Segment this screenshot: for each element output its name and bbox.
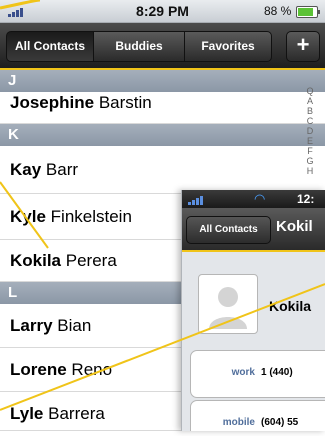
contact-name: Kokila [269, 298, 312, 314]
status-bar: 8:29 PM 88 % [0, 0, 325, 23]
detail-status-bar: ◠ 12: [182, 190, 325, 208]
contact-avatar[interactable] [198, 274, 258, 334]
contact-last-name: Finkelstein [50, 207, 132, 226]
tab-buddies[interactable]: Buddies [93, 31, 185, 62]
contact-first-name: Kay [10, 160, 42, 179]
contact-last-name: Bian [57, 316, 92, 335]
index-letter[interactable]: F [302, 146, 318, 156]
contact-last-name: Reno [71, 360, 113, 379]
index-letter[interactable]: H [302, 166, 318, 176]
index-letter[interactable]: E [302, 136, 318, 146]
battery-percentage: 88 % [264, 4, 292, 18]
contact-last-name: Perera [65, 251, 117, 270]
back-button[interactable]: All Contacts [186, 216, 271, 244]
contact-row[interactable]: Josephine Barstin [0, 86, 325, 124]
contact-row[interactable]: Kay Barr [0, 146, 325, 194]
index-letter[interactable]: B [302, 106, 318, 116]
contact-first-name: Lyle [10, 404, 44, 423]
field-value: (604) 55 [261, 417, 299, 428]
contact-first-name: Lorene [10, 360, 67, 379]
field-label: mobile [222, 417, 255, 428]
signal-strength-icon [188, 194, 206, 205]
index-letter[interactable]: C [302, 116, 318, 126]
phone-field-work[interactable]: work 1 (440) [190, 350, 325, 398]
contact-detail-screen: ◠ 12: All Contacts Kokil Kokila work 1 (… [181, 190, 325, 431]
navigation-bar: All Contacts Buddies Favorites + [0, 23, 325, 70]
contact-first-name: Kyle [10, 207, 46, 226]
index-letter[interactable]: G [302, 156, 318, 166]
contact-last-name: Barstin [98, 93, 152, 112]
contact-first-name: Larry [10, 316, 53, 335]
phone-field-mobile[interactable]: mobile (604) 55 [190, 400, 325, 431]
detail-status-time: 12: [297, 192, 315, 206]
battery-icon [296, 6, 320, 18]
wifi-icon: ◠ [254, 191, 266, 206]
contact-first-name: Kokila [10, 251, 62, 270]
person-placeholder-icon [209, 287, 247, 329]
index-letter[interactable]: A [302, 96, 318, 106]
tab-favorites[interactable]: Favorites [184, 31, 272, 62]
add-contact-button[interactable]: + [286, 31, 320, 62]
index-search[interactable]: Q [302, 86, 318, 96]
contact-last-name: Barrera [48, 404, 105, 423]
field-label: work [231, 367, 255, 378]
detail-title: Kokil [276, 218, 313, 235]
index-letter[interactable]: D [302, 126, 318, 136]
field-value: 1 (440) [261, 367, 293, 378]
detail-navigation-bar: All Contacts Kokil [182, 208, 325, 252]
section-index-bar[interactable]: Q A B C D E F G H [302, 86, 318, 176]
contact-last-name: Barr [45, 160, 79, 179]
section-header-k: K [0, 124, 325, 146]
contact-first-name: Josephine [10, 93, 95, 112]
tab-all-contacts[interactable]: All Contacts [6, 31, 94, 62]
